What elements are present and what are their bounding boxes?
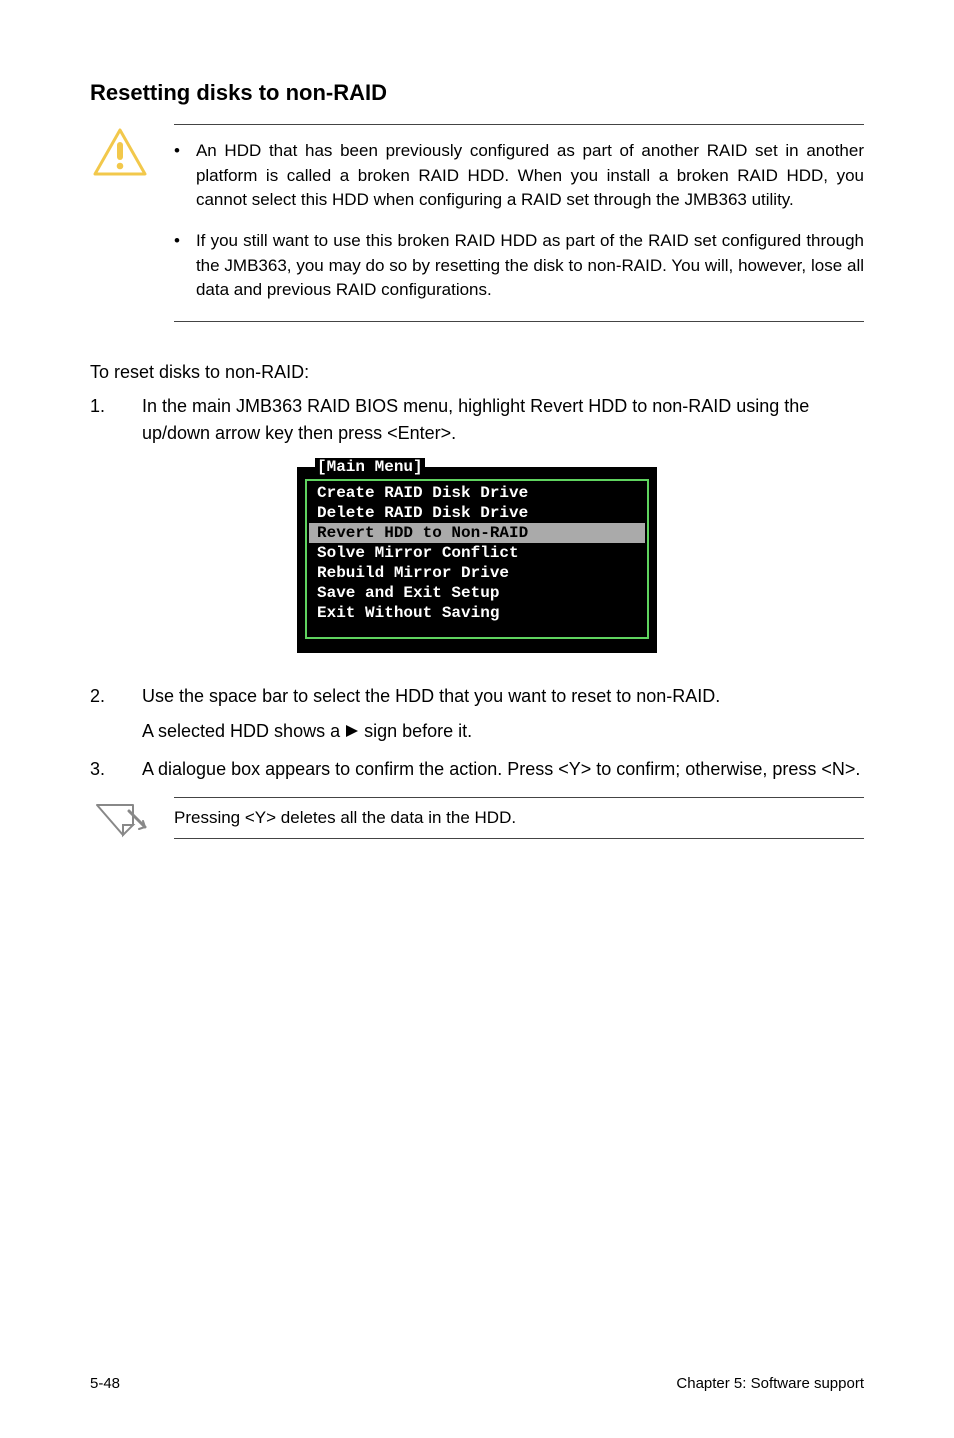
section-heading: Resetting disks to non-RAID: [90, 80, 864, 106]
bios-menu-item: Exit Without Saving: [307, 603, 647, 623]
bullet-dot: •: [174, 229, 180, 303]
bios-menu-item-selected: Revert HDD to Non-RAID: [309, 523, 645, 543]
bullet-dot: •: [174, 139, 180, 213]
bios-menu: [Main Menu] Create RAID Disk Drive Delet…: [297, 467, 657, 653]
triangle-right-icon: [345, 719, 359, 746]
step-number: 3.: [90, 756, 118, 783]
bios-menu-title: [Main Menu]: [315, 458, 425, 476]
note-icon: [93, 801, 147, 846]
warning-icon: [93, 128, 147, 181]
step-number: 1.: [90, 393, 118, 447]
intro-text: To reset disks to non-RAID:: [90, 362, 864, 383]
step-text: A selected HDD shows a: [142, 721, 345, 741]
bios-menu-item: Create RAID Disk Drive: [307, 483, 647, 503]
step-text: A dialogue box appears to confirm the ac…: [142, 756, 864, 783]
step-text: sign before it.: [364, 721, 472, 741]
step-number: 2.: [90, 683, 118, 746]
step-2: 2. Use the space bar to select the HDD t…: [90, 683, 864, 746]
step-3: 3. A dialogue box appears to confirm the…: [90, 756, 864, 783]
note-text: Pressing <Y> deletes all the data in the…: [174, 808, 864, 828]
page-number: 5-48: [90, 1375, 120, 1392]
page-footer: 5-48 Chapter 5: Software support: [90, 1375, 864, 1392]
bios-menu-item: Delete RAID Disk Drive: [307, 503, 647, 523]
step-text: Use the space bar to select the HDD that…: [142, 683, 864, 710]
note-callout: Pressing <Y> deletes all the data in the…: [90, 797, 864, 846]
warning-text: An HDD that has been previously configur…: [196, 139, 864, 213]
warning-bullet: • If you still want to use this broken R…: [174, 229, 864, 303]
bios-menu-item: Save and Exit Setup: [307, 583, 647, 603]
warning-text: If you still want to use this broken RAI…: [196, 229, 864, 303]
bios-menu-item: Rebuild Mirror Drive: [307, 563, 647, 583]
warning-bullet: • An HDD that has been previously config…: [174, 139, 864, 213]
step-text: In the main JMB363 RAID BIOS menu, highl…: [142, 393, 864, 447]
chapter-label: Chapter 5: Software support: [676, 1375, 864, 1392]
warning-callout: • An HDD that has been previously config…: [90, 124, 864, 322]
step-1: 1. In the main JMB363 RAID BIOS menu, hi…: [90, 393, 864, 447]
bios-menu-item: Solve Mirror Conflict: [307, 543, 647, 563]
